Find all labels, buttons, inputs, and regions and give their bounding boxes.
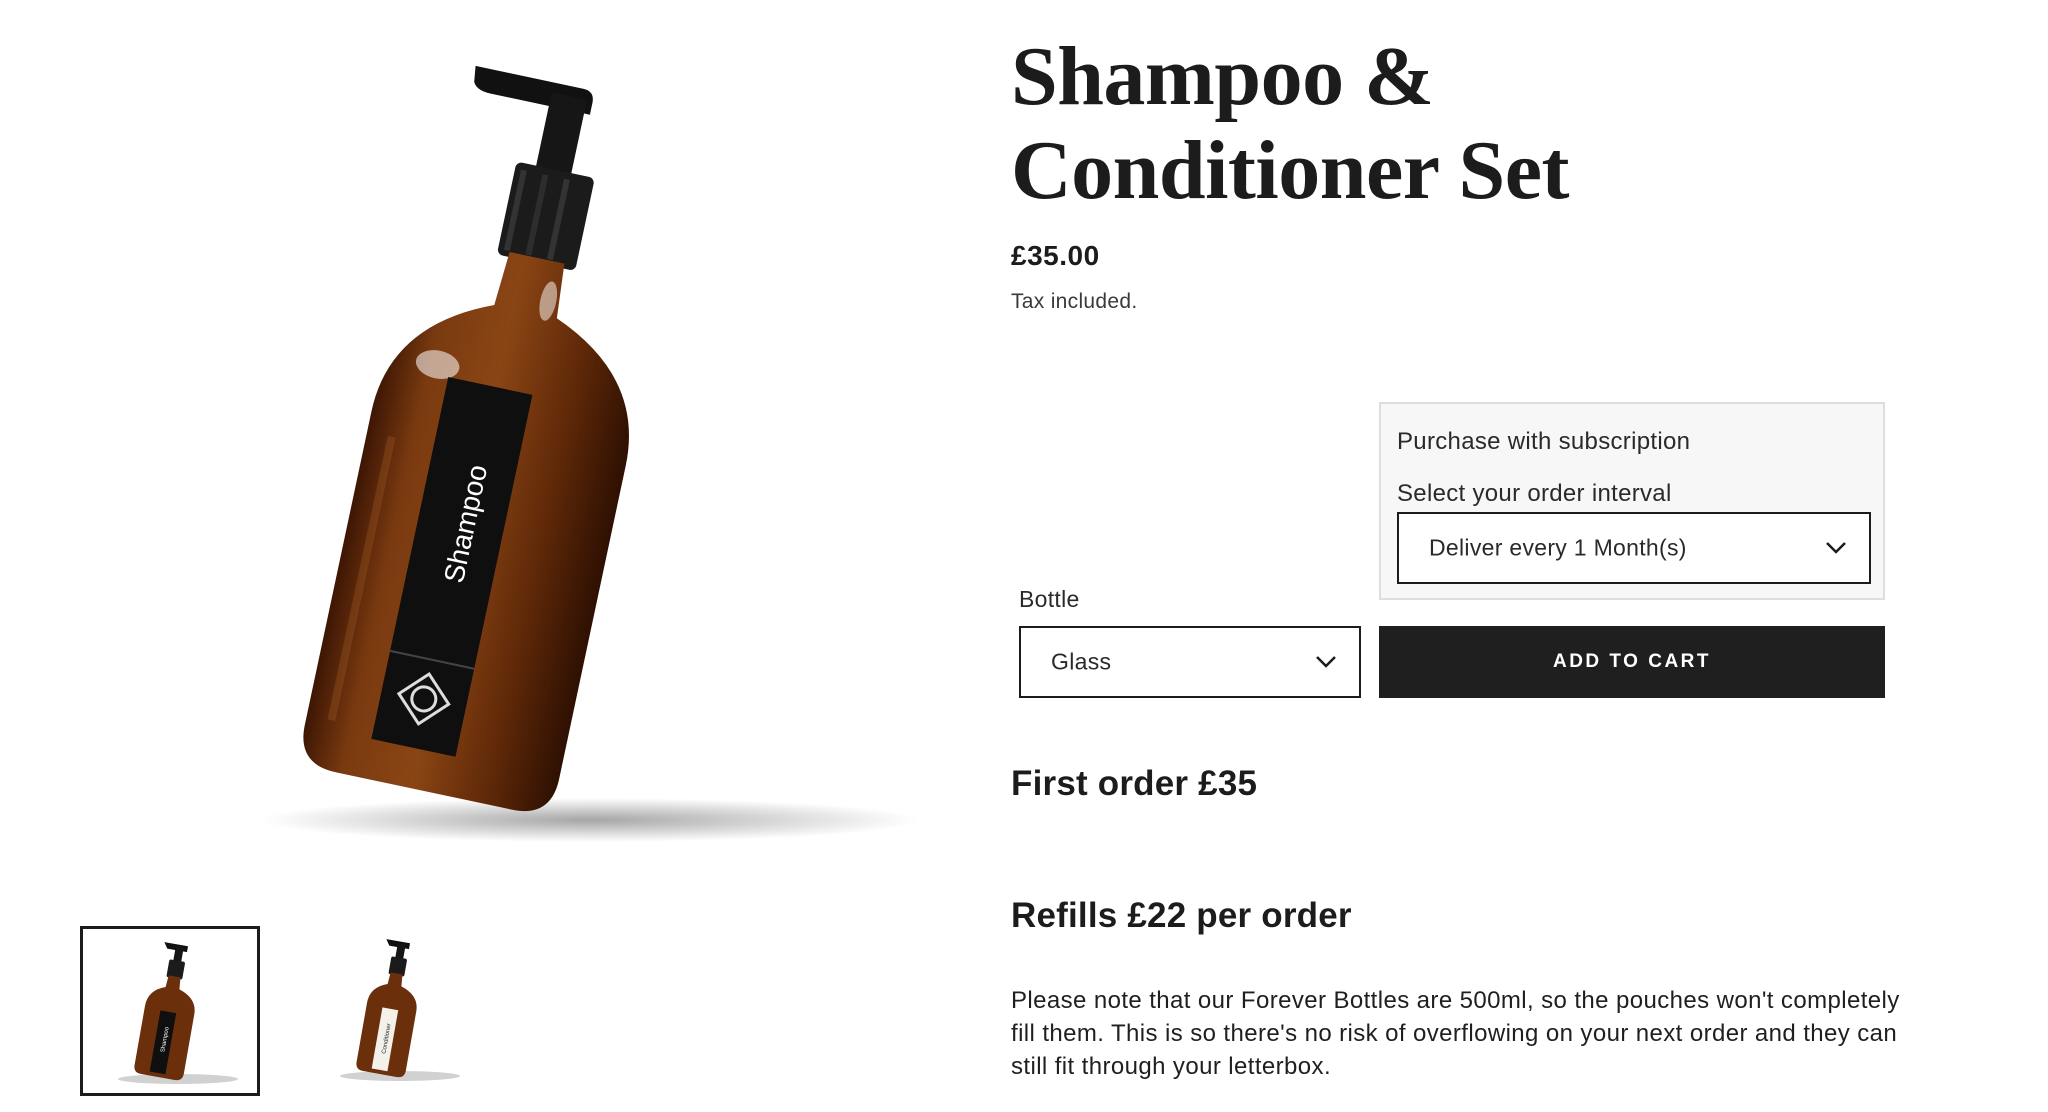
order-interval-value: Deliver every 1 Month(s) bbox=[1429, 534, 1687, 561]
bottle-variant-select[interactable]: Glass bbox=[1019, 626, 1361, 698]
first-order-price: First order £35 bbox=[1011, 764, 1258, 803]
subscription-box: Purchase with subscription Select your o… bbox=[1379, 402, 1885, 600]
bottle-size-note: Please note that our Forever Bottles are… bbox=[1011, 987, 1900, 1080]
thumbnail-conditioner[interactable]: Conditioner bbox=[305, 926, 485, 1096]
product-title: Shampoo & Conditioner Set bbox=[1011, 30, 1569, 217]
order-interval-select[interactable]: Deliver every 1 Month(s) bbox=[1397, 512, 1871, 584]
product-main-image[interactable]: Shampoo bbox=[200, 60, 960, 860]
refill-price: Refills £22 per order bbox=[1011, 896, 1352, 935]
product-media: Shampoo Shampoo Conditioner bbox=[0, 0, 960, 1112]
add-to-cart-button[interactable]: ADD TO CART bbox=[1379, 626, 1885, 698]
bottle-variant-value: Glass bbox=[1051, 648, 1112, 675]
chevron-down-icon bbox=[1826, 542, 1846, 554]
order-interval-label: Select your order interval bbox=[1397, 480, 1672, 507]
subscription-heading: Purchase with subscription bbox=[1397, 428, 1691, 455]
thumbnail-shampoo[interactable]: Shampoo bbox=[80, 926, 260, 1096]
bottle-variant-label: Bottle bbox=[1019, 586, 1080, 612]
chevron-down-icon bbox=[1316, 656, 1336, 668]
product-price: £35.00 bbox=[1011, 240, 1100, 271]
tax-note: Tax included. bbox=[1011, 290, 1138, 313]
